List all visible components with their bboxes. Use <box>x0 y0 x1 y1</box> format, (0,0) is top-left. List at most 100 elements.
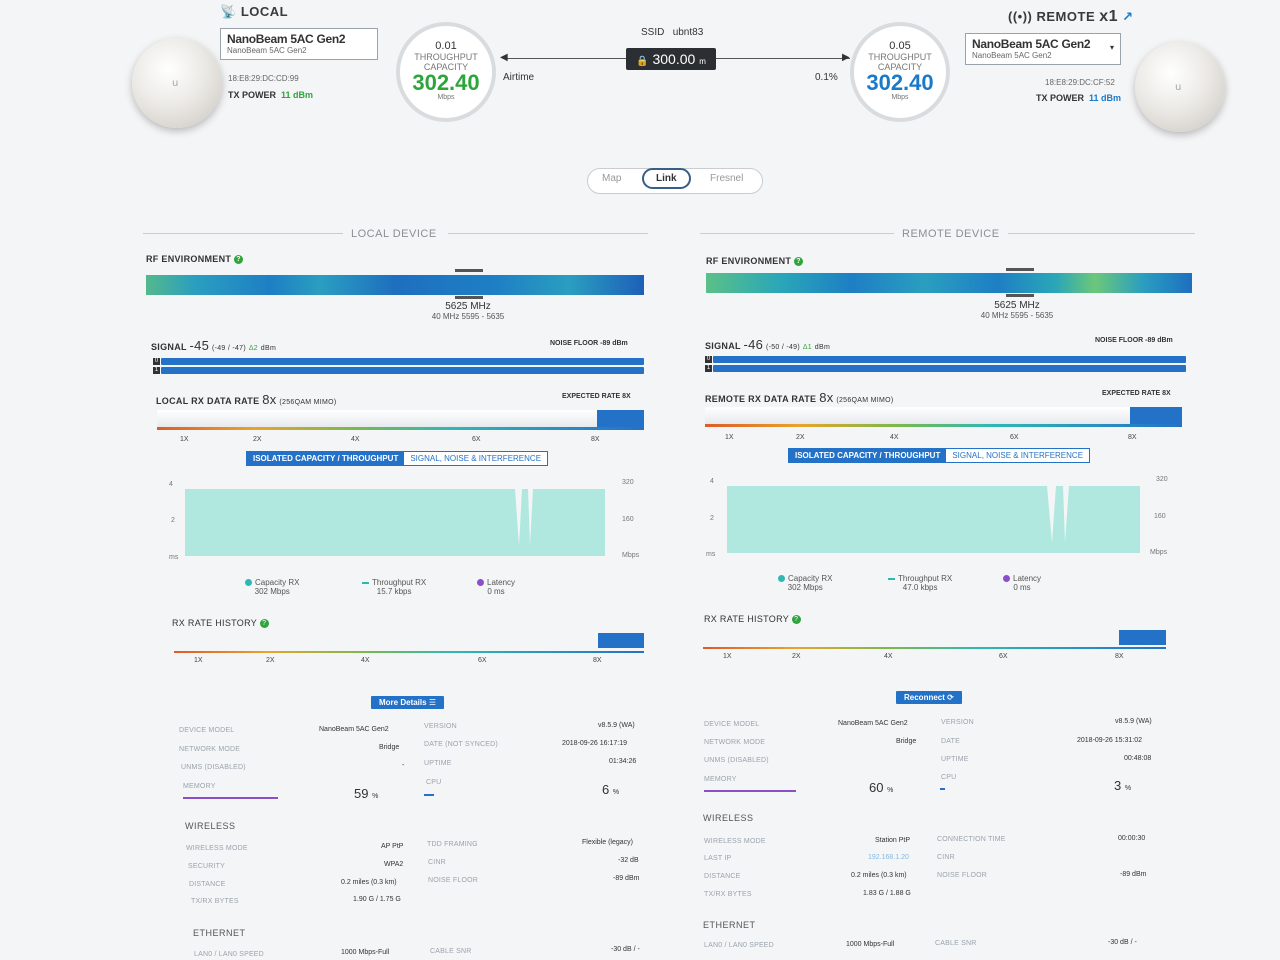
detail-label: NOISE FLOOR <box>428 877 479 884</box>
help-icon[interactable]: ? <box>259 619 269 629</box>
history-tick: 2X <box>792 653 801 660</box>
remote-capacity-value: 302.40 <box>866 70 934 95</box>
remote-capacity-gauge: 0.05 THROUGHPUT CAPACITY 302.40 Mbps <box>850 22 950 122</box>
legend-capacity: Capacity RX 302 Mbps <box>778 574 832 592</box>
detail-value: -30 dB / - <box>1108 939 1137 946</box>
legend-latency: Latency 0 ms <box>477 578 515 596</box>
detail-value: Flexible (legacy) <box>582 839 633 846</box>
detail-value: NanoBeam 5AC Gen2 <box>838 720 908 727</box>
local-rate-label: LOCAL RX DATA RATE 8x (256QAM MIMO) <box>156 392 337 407</box>
detail-label: CABLE SNR <box>430 948 472 955</box>
help-icon[interactable]: ? <box>234 255 244 265</box>
local-title: 📡 LOCAL <box>220 4 289 19</box>
rate-tick: 2X <box>253 436 262 443</box>
external-link-icon[interactable]: ↗ <box>1122 9 1133 24</box>
local-signal-bar-0 <box>161 358 644 365</box>
remote-signal: SIGNAL -46 (-50 / -49) Δ1 dBm <box>705 337 831 352</box>
history-tick: 1X <box>723 653 732 660</box>
tab-map[interactable]: Map <box>602 173 621 184</box>
legend-latency: Latency 0 ms <box>1003 574 1041 592</box>
arrow-left-icon: ◀ <box>500 52 508 63</box>
local-rf-spectrum <box>146 275 644 295</box>
remote-wireless-title: WIRELESS <box>703 813 754 823</box>
detail-label: DATE (NOT SYNCED) <box>424 741 498 748</box>
toggle-signal[interactable]: SIGNAL, NOISE & INTERFERENCE <box>946 449 1090 462</box>
history-tick: 6X <box>478 657 487 664</box>
detail-label: TX/RX BYTES <box>704 891 752 898</box>
remote-rate-label: REMOTE RX DATA RATE 8x (256QAM MIMO) <box>705 390 894 405</box>
local-device-section-title: LOCAL DEVICE <box>351 228 437 240</box>
remote-memory-meter <box>704 790 796 792</box>
local-memory-meter <box>183 797 278 799</box>
local-freq: 5625 MHz 40 MHz 5595 - 5635 <box>431 301 505 321</box>
local-chart-toggle: ISOLATED CAPACITY / THROUGHPUT SIGNAL, N… <box>246 451 549 466</box>
local-device-name: NanoBeam 5AC Gen2 <box>227 32 346 46</box>
more-details-button[interactable]: More Details ☰ <box>371 696 444 709</box>
reconnect-button[interactable]: Reconnect ⟳ <box>896 691 962 704</box>
remote-device-select[interactable]: NanoBeam 5AC Gen2 NanoBeam 5AC Gen2 ▾ <box>965 33 1121 65</box>
local-signal-value: -45 <box>189 338 210 353</box>
detail-label: UNMS (DISABLED) <box>704 757 769 764</box>
remote-rf-label: RF ENVIRONMENT ? <box>706 256 804 267</box>
local-device-image: u <box>132 38 222 128</box>
last-ip-link[interactable]: 192.168.1.20 <box>868 854 909 861</box>
local-capacity-gauge: 0.01 THROUGHPUT CAPACITY 302.40 Mbps <box>396 22 496 122</box>
detail-label: DATE <box>941 738 960 745</box>
local-rf-label: RF ENVIRONMENT ? <box>146 254 244 265</box>
rate-tick: 6X <box>1010 434 1019 441</box>
tab-link[interactable]: Link <box>642 168 691 189</box>
rate-tick: 8X <box>1128 434 1137 441</box>
chain-1-tag: 1 <box>153 367 160 374</box>
rate-tick: 8X <box>591 436 600 443</box>
chain-0-tag: 0 <box>153 358 160 365</box>
remote-tx-power-value: 11 dBm <box>1089 93 1122 103</box>
remote-mac: 18:E8:29:DC:CF:52 <box>1045 78 1115 87</box>
rate-tick: 4X <box>890 434 899 441</box>
detail-value: -30 dB / - <box>611 946 640 953</box>
local-rate-scale <box>157 427 644 430</box>
arrow-right-icon: ▶ <box>842 52 850 63</box>
local-cpu-value: 6 % <box>602 782 620 797</box>
local-channel-marker <box>455 296 483 299</box>
chain-0-tag: 0 <box>705 356 712 363</box>
tab-fresnel[interactable]: Fresnel <box>710 173 743 184</box>
ubnt-logo-icon: u <box>1175 82 1182 93</box>
history-tick: 8X <box>1115 653 1124 660</box>
detail-label: TDD FRAMING <box>427 841 478 848</box>
chain-1-tag: 1 <box>705 365 712 372</box>
legend-throughput: Throughput RX 47.0 kbps <box>888 574 952 592</box>
wireless-icon: ((•)) <box>1008 9 1033 24</box>
detail-label: WIRELESS MODE <box>186 845 248 852</box>
detail-value: Bridge <box>379 744 400 751</box>
detail-label: DISTANCE <box>189 881 226 888</box>
detail-value: AP PtP <box>381 843 404 850</box>
help-icon[interactable]: ? <box>794 257 804 267</box>
local-signal-bar-1 <box>161 367 644 374</box>
rate-tick: 2X <box>796 434 805 441</box>
remote-freq: 5625 MHz 40 MHz 5595 - 5635 <box>980 300 1054 320</box>
toggle-capacity[interactable]: ISOLATED CAPACITY / THROUGHPUT <box>247 452 405 465</box>
remote-history-scale <box>703 647 1166 649</box>
remote-device-section-title: REMOTE DEVICE <box>902 228 1000 240</box>
lock-icon: 🔒 <box>636 56 649 67</box>
remote-history-fill <box>1119 630 1166 645</box>
axis-label: 320 <box>1156 476 1168 483</box>
axis-label: 2 <box>171 517 175 524</box>
local-tx-power-value: 11 dBm <box>281 90 314 100</box>
detail-value: WPA2 <box>384 861 404 868</box>
view-tabs: Map Link Fresnel <box>587 168 763 194</box>
detail-label: UPTIME <box>424 760 452 767</box>
detail-label: CPU <box>941 774 957 781</box>
toggle-capacity[interactable]: ISOLATED CAPACITY / THROUGHPUT <box>789 449 947 462</box>
remote-cpu-meter <box>940 788 945 790</box>
help-icon[interactable]: ? <box>791 615 801 625</box>
toggle-signal[interactable]: SIGNAL, NOISE & INTERFERENCE <box>404 452 548 465</box>
detail-value: 1000 Mbps-Full <box>846 941 895 948</box>
legend-capacity: Capacity RX 302 Mbps <box>245 578 299 596</box>
detail-label: WIRELESS MODE <box>704 838 766 845</box>
local-device-select[interactable]: NanoBeam 5AC Gen2 NanoBeam 5AC Gen2 <box>220 28 378 60</box>
detail-value: 1.83 G / 1.88 G <box>863 890 911 897</box>
ssid-value: ubnt83 <box>672 27 704 38</box>
rate-tick: 1X <box>180 436 189 443</box>
remote-ethernet-title: ETHERNET <box>703 920 756 930</box>
